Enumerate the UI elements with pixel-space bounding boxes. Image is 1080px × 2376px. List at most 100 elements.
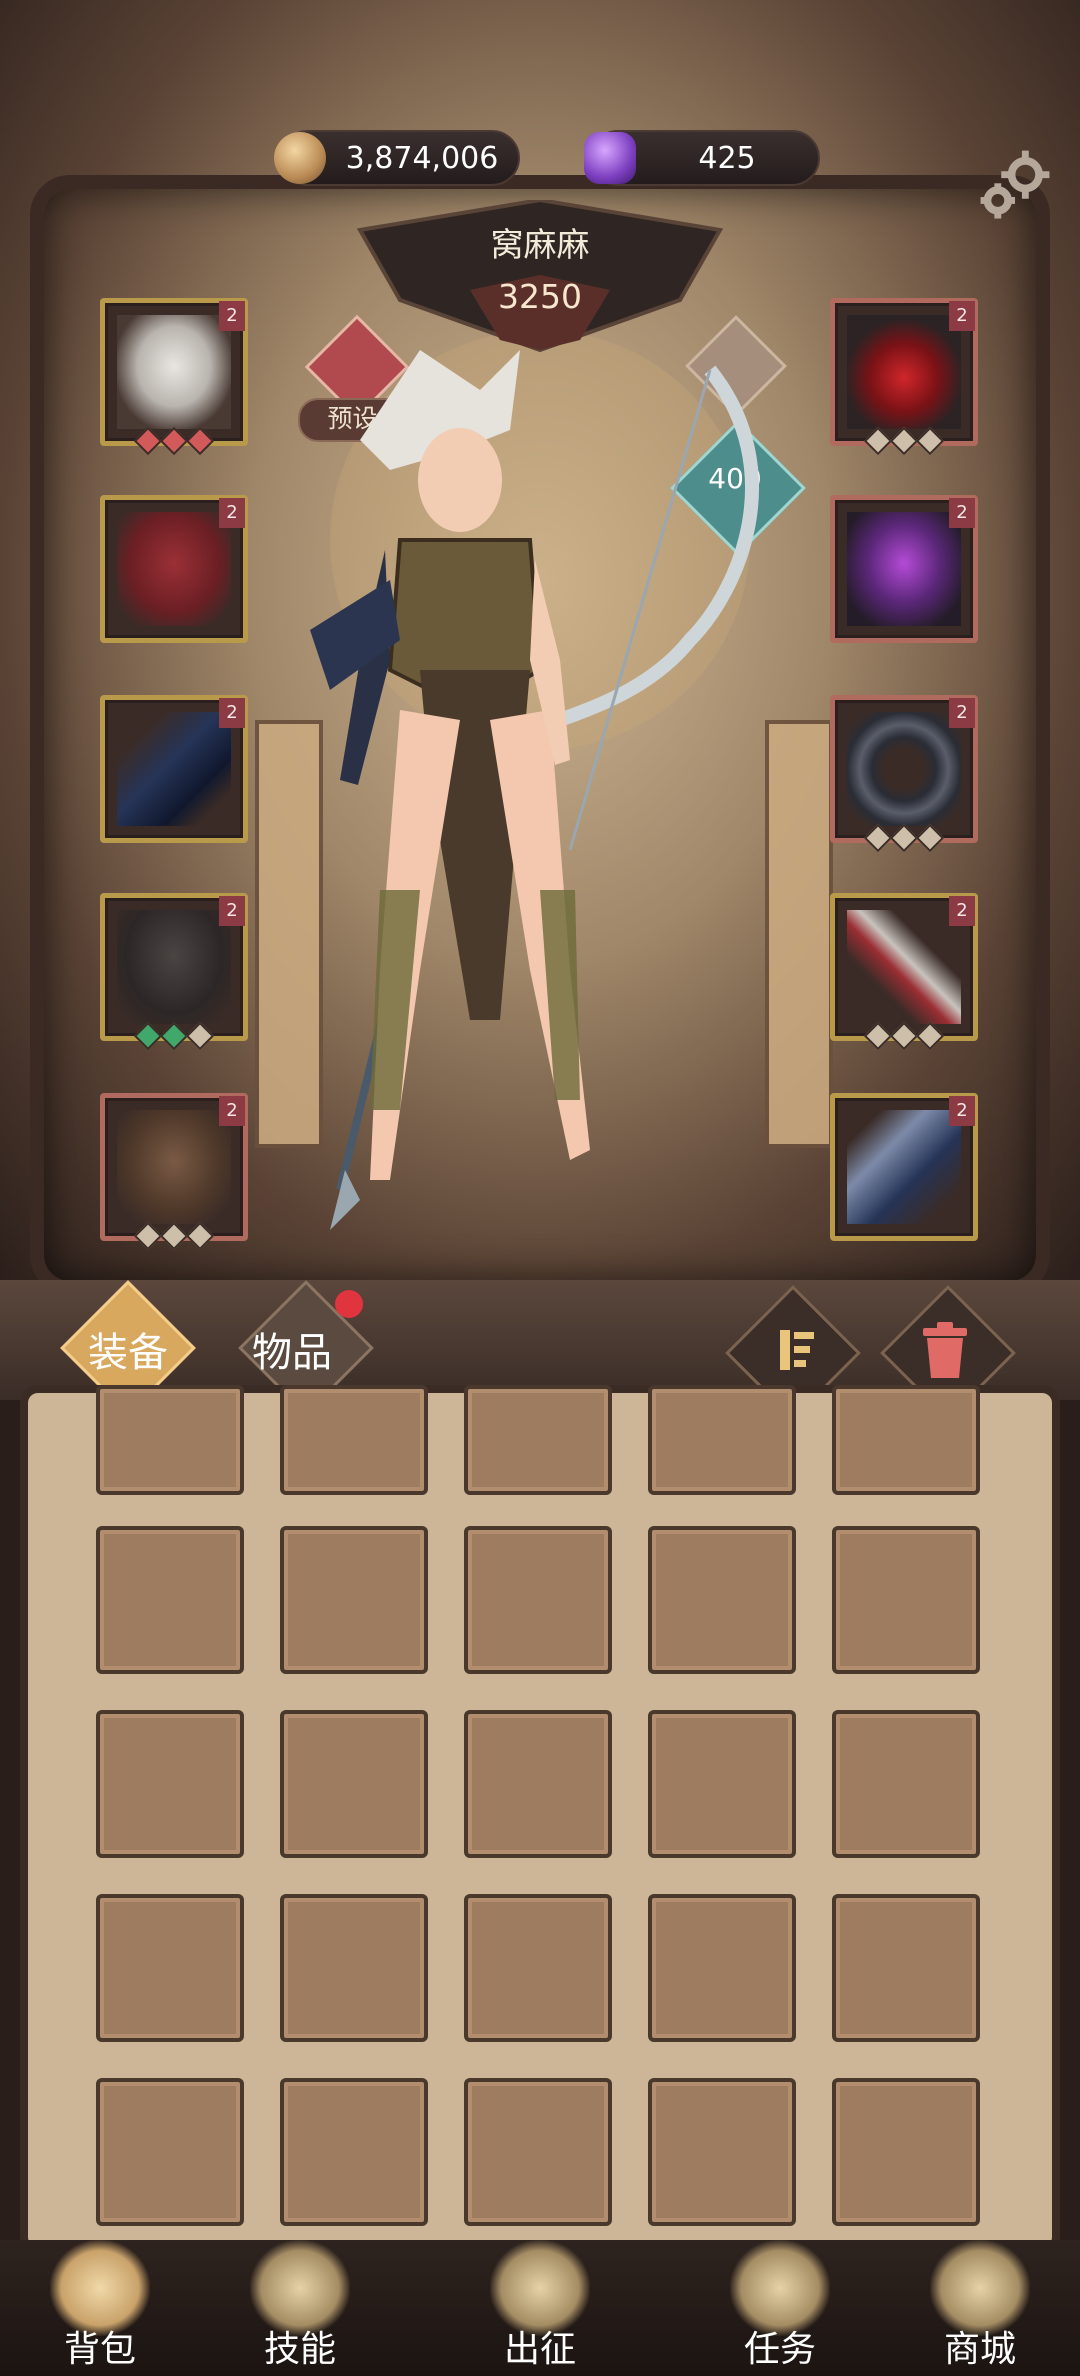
gem-socket — [863, 823, 893, 853]
gem-socket — [915, 823, 945, 853]
heart-amulet-icon — [847, 315, 961, 429]
item-level: 2 — [949, 698, 975, 728]
item-level: 2 — [949, 1096, 975, 1126]
equip-slot-chest[interactable]: 2 — [100, 495, 248, 643]
gem-socket — [133, 1221, 163, 1251]
crossbow-icon — [847, 910, 961, 1024]
socket-row — [835, 426, 973, 456]
equip-slot-ring-1[interactable]: 2 — [830, 495, 978, 643]
gem-socket — [889, 426, 919, 456]
notification-dot — [335, 1290, 363, 1318]
inventory-cell[interactable] — [96, 1385, 244, 1495]
nav-bag[interactable]: 背包 — [0, 2240, 200, 2376]
inventory-cell[interactable] — [832, 2078, 980, 2226]
socket-row — [105, 1221, 243, 1251]
inventory-cell[interactable] — [464, 1526, 612, 1674]
character-power: 3250 — [498, 277, 582, 316]
item-level: 2 — [949, 301, 975, 331]
socket-row — [105, 1021, 243, 1051]
coin-icon — [274, 132, 326, 184]
equip-slot-quiver[interactable]: 2 — [830, 1093, 978, 1241]
gem-socket — [159, 1021, 189, 1051]
equip-slot-legs[interactable]: 2 — [100, 893, 248, 1051]
inventory-cell[interactable] — [464, 1385, 612, 1495]
gear-icon — [980, 150, 1050, 219]
inventory-cell[interactable] — [648, 1710, 796, 1858]
boots-icon — [117, 1110, 231, 1224]
nav-label: 商城 — [943, 2329, 1016, 2370]
equip-slot-cape[interactable]: 2 — [100, 695, 248, 843]
inventory-cell[interactable] — [832, 1385, 980, 1495]
nav-label: 任务 — [743, 2329, 816, 2370]
inventory-cell[interactable] — [464, 2078, 612, 2226]
gem-amount: 425 — [698, 140, 756, 176]
inventory-cell[interactable] — [648, 1526, 796, 1674]
nav-skills[interactable]: 技能 — [200, 2240, 400, 2376]
gem-socket — [159, 1221, 189, 1251]
belt-shorts-icon — [117, 910, 231, 1024]
gem-socket — [133, 426, 163, 456]
inventory-cell[interactable] — [96, 1526, 244, 1674]
equip-slot-amulet[interactable]: 2 — [830, 298, 978, 456]
inventory-cell[interactable] — [832, 1526, 980, 1674]
character-portrait — [310, 350, 759, 1230]
inventory-cell[interactable] — [280, 1894, 428, 2042]
gem-socket — [863, 426, 893, 456]
gem-socket — [889, 1021, 919, 1051]
item-level: 2 — [219, 498, 245, 528]
gold-amount: 3,874,006 — [345, 140, 499, 176]
item-level: 2 — [219, 301, 245, 331]
gem-socket — [915, 426, 945, 456]
dark-ring-icon — [847, 712, 961, 826]
gem-socket — [889, 823, 919, 853]
equip-slot-helmet[interactable]: 2 — [100, 298, 248, 456]
inventory-cell[interactable] — [832, 1894, 980, 2042]
inventory-cell[interactable] — [280, 1385, 428, 1495]
tab-items[interactable]: 物品 — [252, 1320, 332, 1378]
gem-socket — [185, 426, 215, 456]
inventory-cell[interactable] — [648, 1385, 796, 1495]
socket-row — [105, 426, 243, 456]
gem-socket — [185, 1221, 215, 1251]
gem-counter: 425 — [584, 130, 820, 186]
item-level: 2 — [219, 1096, 245, 1126]
inventory-cell[interactable] — [280, 1710, 428, 1858]
socket-row — [835, 1021, 973, 1051]
cape-icon — [117, 712, 231, 826]
chest-armor-icon — [117, 512, 231, 626]
equip-slot-boots[interactable]: 2 — [100, 1093, 248, 1251]
sort-icon — [780, 1330, 814, 1370]
nav-label: 背包 — [63, 2329, 136, 2370]
inventory-cell[interactable] — [832, 1710, 980, 1858]
inventory-cell[interactable] — [96, 2078, 244, 2226]
settings-button[interactable] — [970, 140, 1060, 230]
inventory-cell[interactable] — [280, 2078, 428, 2226]
gem-socket — [863, 1021, 893, 1051]
item-level: 2 — [949, 498, 975, 528]
nav-label: 技能 — [263, 2329, 336, 2370]
inventory-cell[interactable] — [648, 1894, 796, 2042]
inventory-cell[interactable] — [464, 1894, 612, 2042]
inventory-cell[interactable] — [96, 1710, 244, 1858]
item-level: 2 — [219, 698, 245, 728]
quiver-icon — [847, 1110, 961, 1224]
nav-shop[interactable]: 商城 — [880, 2240, 1080, 2376]
nav-battle[interactable]: 出征 — [440, 2240, 640, 2376]
inventory-cell[interactable] — [648, 2078, 796, 2226]
crystal-icon — [584, 132, 636, 184]
inventory-cell[interactable] — [96, 1894, 244, 2042]
inventory-cell[interactable] — [280, 1526, 428, 1674]
socket-row — [835, 823, 973, 853]
gem-socket — [159, 426, 189, 456]
gold-counter: 3,874,006 — [274, 130, 520, 186]
inventory-cell[interactable] — [464, 1710, 612, 1858]
mask-icon — [117, 315, 231, 429]
tab-equipment[interactable]: 装备 — [88, 1320, 168, 1378]
item-level: 2 — [219, 896, 245, 926]
nav-quests[interactable]: 任务 — [680, 2240, 880, 2376]
nav-label: 出征 — [503, 2329, 576, 2370]
equip-slot-weapon[interactable]: 2 — [830, 893, 978, 1051]
character-name: 窝麻麻 — [490, 225, 590, 264]
trash-icon — [923, 1322, 967, 1378]
equip-slot-ring-2[interactable]: 2 — [830, 695, 978, 853]
